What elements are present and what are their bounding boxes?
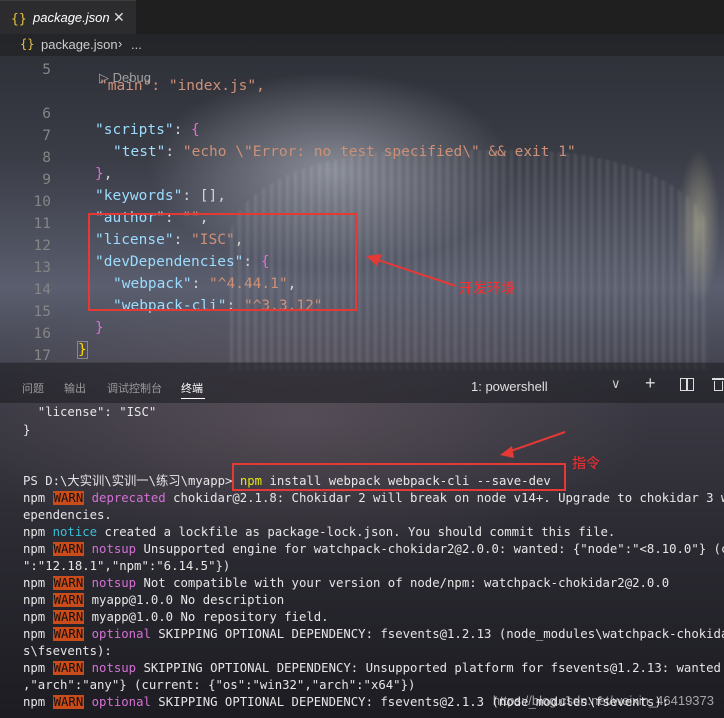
tab-problems[interactable]: 问题 [22,380,44,396]
code-line: 17 [0,332,724,362]
editor-tab-bar: {} package.json ✕ [0,0,724,35]
code-line: 6 "scripts": { [0,90,724,138]
terminal-output[interactable]: "license": "ISC" } PS D:\大实训\实训一\练习\myap… [0,404,724,718]
code-line: 7 "test": "echo \"Error: no test specifi… [0,112,724,160]
terminal-line: npm WARN optional SKIPPING OPTIONAL DEPE… [23,627,724,641]
code-line: 8 }, [0,134,724,182]
code-line: 5 "main": "index.js", [0,46,724,94]
terminal-select[interactable]: 1: powershell [471,379,548,394]
terminal-line: npm WARN deprecated chokidar@2.1.8: Chok… [23,491,724,505]
plus-icon[interactable]: + [645,373,656,394]
terminal-line: ependencies. [23,508,112,522]
tab-label: package.json [33,10,110,25]
terminal-line: npm WARN notsup Unsupported engine for w… [23,542,724,556]
annotation-label-command: 指令 [572,455,600,471]
tab-terminal[interactable]: 终端 [181,380,203,396]
tab-output[interactable]: 输出 [64,380,86,396]
terminal-line: s\fsevents): [23,644,112,658]
annotation-label-dev-env: 开发环境 [459,280,515,296]
tab-debug-console[interactable]: 调试控制台 [107,380,162,396]
annotation-box-command [232,463,566,491]
line-number: 5 [42,62,51,78]
tab-package-json[interactable]: {} package.json ✕ [0,0,136,35]
trash-icon[interactable] [712,378,724,391]
code-editor[interactable]: 5 "main": "index.js", ▷ Debug 6 "scripts… [0,46,724,362]
code-line: 10 "author": "", [0,178,724,226]
terminal-line: ":"12.18.1","npm":"6.14.5"}) [23,559,231,573]
close-icon[interactable]: ✕ [113,9,125,26]
terminal-line: npm WARN myapp@1.0.0 No description [23,593,285,607]
code-line: 9 "keywords": [], [0,156,724,204]
terminal-line: npm WARN notsup SKIPPING OPTIONAL DEPEND… [23,661,724,675]
code-line: 16 } [0,310,724,359]
terminal-line: npm WARN myapp@1.0.0 No repository field… [23,610,329,624]
terminal-line: } [23,423,31,437]
annotation-box-devdependencies [88,213,357,311]
terminal-line: npm notice created a lockfile as package… [23,525,616,539]
terminal-line: ,"arch":"any"} (current: {"os":"win32","… [23,678,416,692]
chevron-down-icon[interactable]: ∨ [611,376,621,392]
active-tab-indicator [181,398,205,399]
watermark: https://blog.csdn.net/weixin_46419373 [492,693,714,708]
terminal-line: "license": "ISC" [23,405,157,419]
line-number: 17 [33,348,51,362]
panel-header: 问题 输出 调试控制台 终端 1: powershell ∨ + [0,362,724,403]
json-file-icon: {} [11,12,27,27]
split-terminal-icon[interactable] [680,378,694,391]
debug-codelens[interactable]: ▷ Debug [99,70,151,86]
terminal-line: npm WARN notsup Not compatible with your… [23,576,670,590]
